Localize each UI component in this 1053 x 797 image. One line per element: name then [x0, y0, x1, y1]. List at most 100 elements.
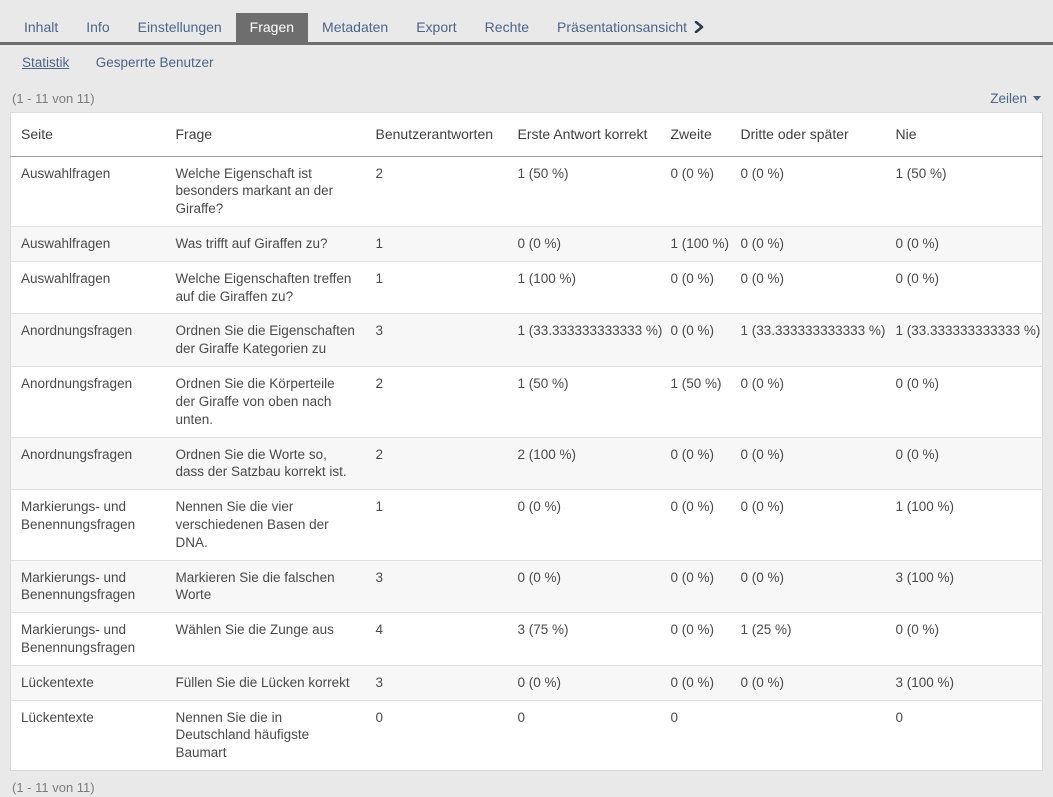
table-cell: 3: [366, 314, 508, 367]
subtab-gesperrte-benutzer[interactable]: Gesperrte Benutzer: [96, 55, 214, 70]
table-cell: 4: [366, 613, 508, 666]
table-row: AnordnungsfragenOrdnen Sie die Worte so,…: [11, 437, 1043, 490]
table-cell: 3 (75 %): [508, 613, 661, 666]
table-cell: Anordnungsfragen: [11, 314, 166, 367]
table-footer: (1 - 11 von 11): [12, 779, 1041, 797]
table-cell: 0 (0 %): [731, 227, 886, 262]
caret-down-icon: [1033, 96, 1041, 101]
table-cell: 1 (100 %): [661, 227, 731, 262]
table-cell: 1 (50 %): [508, 367, 661, 437]
tab-rechte[interactable]: Rechte: [471, 13, 543, 42]
table-cell: Ordnen Sie die Worte so, dass der Satzba…: [166, 437, 366, 490]
table-cell: 1 (50 %): [661, 367, 731, 437]
table-cell: 0 (0 %): [731, 367, 886, 437]
table-cell: 2 (100 %): [508, 437, 661, 490]
table-cell: Füllen Sie die Lücken korrekt: [166, 665, 366, 700]
tab-metadaten[interactable]: Metadaten: [308, 13, 402, 42]
table-cell: Markierungs- und Benennungsfragen: [11, 560, 166, 613]
table-cell: Markieren Sie die falschen Worte: [166, 560, 366, 613]
table-cell: 0 (0 %): [661, 437, 731, 490]
table-header-row: Seite Frage Benutzerantworten Erste Antw…: [11, 113, 1043, 157]
column-header-erste-antwort-korrekt: Erste Antwort korrekt: [508, 113, 661, 157]
subtab-statistik[interactable]: Statistik: [22, 55, 69, 70]
tab-label: Inhalt: [24, 19, 58, 35]
table-cell: 0 (0 %): [731, 560, 886, 613]
table-row: Markierungs- und BenennungsfragenWählen …: [11, 613, 1043, 666]
table-cell: 0: [886, 700, 1043, 770]
table-row: AuswahlfragenWelche Eigenschaften treffe…: [11, 261, 1043, 314]
table-row: Markierungs- und BenennungsfragenNennen …: [11, 490, 1043, 560]
tab-inhalt[interactable]: Inhalt: [10, 13, 72, 42]
table-cell: 1 (33.333333333333 %): [886, 314, 1043, 367]
table-cell: 0 (0 %): [661, 613, 731, 666]
table-row: AuswahlfragenWelche Eigenschaft ist beso…: [11, 156, 1043, 226]
column-header-nie: Nie: [886, 113, 1043, 157]
table-cell: 2: [366, 367, 508, 437]
table-cell: 3: [366, 665, 508, 700]
table-cell: 3 (100 %): [886, 665, 1043, 700]
column-header-seite: Seite: [11, 113, 166, 157]
table-cell: 1: [366, 490, 508, 560]
table-cell: Nennen Sie die vier verschiedenen Basen …: [166, 490, 366, 560]
table-cell: 0 (0 %): [661, 665, 731, 700]
table-cell: 1 (33.333333333333 %): [731, 314, 886, 367]
tab-label: Fragen: [250, 19, 294, 35]
table-row: LückentexteNennen Sie die in Deutschland…: [11, 700, 1043, 770]
table-cell: 1 (100 %): [886, 490, 1043, 560]
table-cell: 2: [366, 156, 508, 226]
table-cell: 0 (0 %): [886, 437, 1043, 490]
table-cell: 0 (0 %): [886, 227, 1043, 262]
table-cell: 0 (0 %): [731, 156, 886, 226]
table-cell: 1 (33.333333333333 %): [508, 314, 661, 367]
pagination-bottom: (1 - 11 von 11): [12, 780, 95, 795]
question-statistics-table: Seite Frage Benutzerantworten Erste Antw…: [10, 112, 1043, 771]
table-cell: Auswahlfragen: [11, 227, 166, 262]
column-header-benutzerantworten: Benutzerantworten: [366, 113, 508, 157]
table-row: AuswahlfragenWas trifft auf Giraffen zu?…: [11, 227, 1043, 262]
table-cell: 0 (0 %): [661, 156, 731, 226]
tab-label: Info: [86, 19, 109, 35]
table-cell: Ordnen Sie die Körperteile der Giraffe v…: [166, 367, 366, 437]
table-cell: 1 (100 %): [508, 261, 661, 314]
table-cell: Lückentexte: [11, 700, 166, 770]
table-cell: 0 (0 %): [731, 437, 886, 490]
table-cell: 0 (0 %): [886, 613, 1043, 666]
table-cell: Welche Eigenschaft ist besonders markant…: [166, 156, 366, 226]
table-cell: 0 (0 %): [886, 367, 1043, 437]
table-cell: 1 (50 %): [508, 156, 661, 226]
table-cell: 0 (0 %): [661, 314, 731, 367]
column-header-frage: Frage: [166, 113, 366, 157]
table-cell: Anordnungsfragen: [11, 437, 166, 490]
table-row: LückentexteFüllen Sie die Lücken korrekt…: [11, 665, 1043, 700]
table-body: AuswahlfragenWelche Eigenschaft ist beso…: [11, 156, 1043, 771]
rows-dropdown[interactable]: Zeilen: [990, 91, 1041, 106]
table-cell: 0 (0 %): [731, 665, 886, 700]
table-row: AnordnungsfragenOrdnen Sie die Körpertei…: [11, 367, 1043, 437]
tab-label: Export: [416, 19, 456, 35]
table-cell: Lückentexte: [11, 665, 166, 700]
table-row: AnordnungsfragenOrdnen Sie die Eigenscha…: [11, 314, 1043, 367]
tab-label: Präsentationsansicht: [557, 19, 687, 35]
tab-info[interactable]: Info: [72, 13, 123, 42]
table-row: Markierungs- und BenennungsfragenMarkier…: [11, 560, 1043, 613]
table-cell: 0 (0 %): [661, 490, 731, 560]
column-header-zweite: Zweite: [661, 113, 731, 157]
tab-fragen[interactable]: Fragen: [236, 13, 308, 42]
pagination-top: (1 - 11 von 11): [12, 91, 95, 106]
table-cell: Wählen Sie die Zunge aus: [166, 613, 366, 666]
tab-label: Metadaten: [322, 19, 388, 35]
table-cell: 2: [366, 437, 508, 490]
table-cell: Anordnungsfragen: [11, 367, 166, 437]
table-cell: 0 (0 %): [508, 560, 661, 613]
tab-export[interactable]: Export: [402, 13, 470, 42]
table-cell: 0: [366, 700, 508, 770]
sub-tab-bar: Statistik Gesperrte Benutzer: [0, 45, 1053, 72]
table-cell: Markierungs- und Benennungsfragen: [11, 490, 166, 560]
tab-praesentationsansicht[interactable]: Präsentationsansicht: [543, 13, 719, 42]
table-cell: Nennen Sie die in Deutschland häufigste …: [166, 700, 366, 770]
table-cell: 0: [661, 700, 731, 770]
table-cell: 0 (0 %): [661, 261, 731, 314]
tab-einstellungen[interactable]: Einstellungen: [124, 13, 236, 42]
table-cell: 0 (0 %): [508, 227, 661, 262]
table-cell: 0 (0 %): [886, 261, 1043, 314]
